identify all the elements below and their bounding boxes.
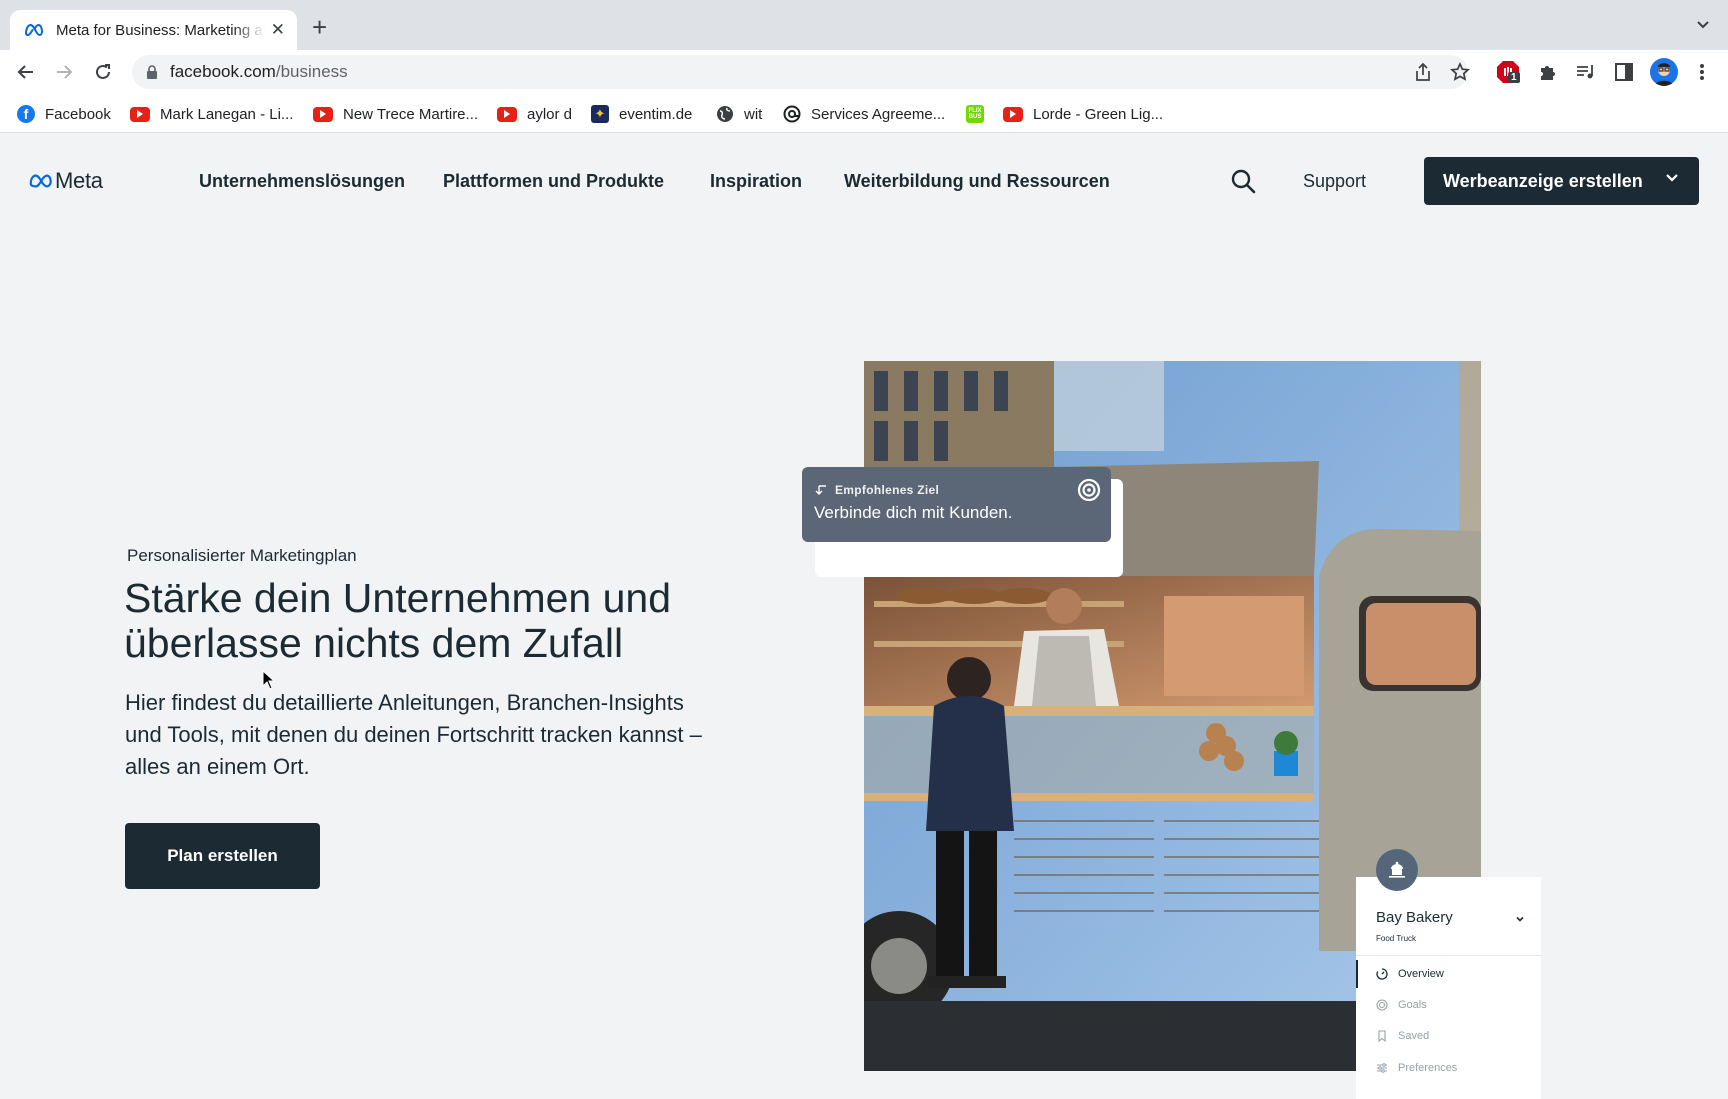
adblock-badge: 1 <box>1508 72 1520 83</box>
browser-menu-button[interactable] <box>1690 60 1714 84</box>
target-icon <box>1376 999 1388 1011</box>
meta-infinity-icon <box>29 174 52 188</box>
bookmark-item[interactable]: wit <box>716 103 762 125</box>
tab-title: Meta for Business: Marketing and Adverti… <box>56 21 265 39</box>
nav-inspiration[interactable]: Inspiration <box>710 171 802 192</box>
sliders-icon <box>1376 1062 1388 1074</box>
bookmark-item[interactable]: Services Agreeme... <box>783 103 945 125</box>
eventim-icon: ✦ <box>591 105 609 123</box>
target-icon <box>1077 478 1101 502</box>
at-sign-icon <box>783 105 801 123</box>
reload-icon <box>96 64 110 79</box>
nav-unternehmensloesungen[interactable]: Unternehmenslösungen <box>199 171 405 192</box>
bookmark-item[interactable]: Mark Lanegan - Li... <box>130 103 293 125</box>
adblock-extension-button[interactable]: 1 <box>1496 60 1520 84</box>
hero-headline: Stärke dein Unternehmen und überlasse ni… <box>124 575 672 666</box>
playlist-icon <box>1577 65 1593 79</box>
address-bar[interactable]: facebook.com/business <box>132 55 1470 89</box>
share-button[interactable] <box>1411 60 1435 84</box>
mouse-cursor-icon <box>262 670 276 690</box>
suggestion-arrow-icon <box>815 485 826 495</box>
bookmark-icon <box>1376 1030 1388 1042</box>
side-panel-button[interactable] <box>1612 60 1636 84</box>
create-ad-button[interactable]: Werbeanzeige erstellen <box>1424 157 1699 205</box>
new-tab-button[interactable]: + <box>312 14 327 40</box>
panel-menu-saved[interactable]: Saved <box>1356 1022 1541 1050</box>
flixbus-icon: FLIX BUS <box>966 105 984 123</box>
create-plan-button[interactable]: Plan erstellen <box>125 823 320 889</box>
bookmark-item[interactable]: f Facebook <box>17 103 111 125</box>
logo-text: Meta <box>55 168 103 193</box>
goal-label: Empfohlenes Ziel <box>835 483 940 497</box>
page-content: Meta Unternehmenslösungen Plattformen un… <box>0 134 1728 1099</box>
side-panel-icon <box>1615 63 1633 81</box>
url-text: facebook.com/business <box>170 62 348 81</box>
youtube-icon <box>497 106 517 122</box>
bookmark-item[interactable]: FLIX BUS <box>966 103 994 125</box>
lock-icon <box>147 65 157 79</box>
arrow-right-icon <box>57 65 73 79</box>
profile-avatar[interactable] <box>1650 58 1678 86</box>
goal-value: Verbinde dich mit Kunden. <box>814 503 1013 522</box>
business-type: Food Truck <box>1376 934 1417 943</box>
chevron-down-icon[interactable] <box>1515 914 1525 924</box>
bookmark-item[interactable]: New Trece Martire... <box>313 103 478 125</box>
meta-logo-icon <box>25 23 44 37</box>
recommended-goal-card: Empfohlenes Ziel Verbinde dich mit Kunde… <box>802 467 1111 542</box>
panel-menu-goals[interactable]: Goals <box>1356 991 1541 1019</box>
support-link[interactable]: Support <box>1303 171 1366 192</box>
user-avatar-icon <box>1654 63 1674 86</box>
forward-button[interactable] <box>52 60 76 84</box>
more-vertical-icon <box>1700 64 1704 80</box>
panel-divider <box>1356 955 1541 956</box>
arrow-left-icon <box>17 65 33 79</box>
back-button[interactable] <box>14 60 38 84</box>
hero-body: Hier findest du detaillierte Anleitungen… <box>125 690 702 779</box>
facebook-icon: f <box>17 105 35 123</box>
media-controls-button[interactable] <box>1574 60 1598 84</box>
overview-icon <box>1376 968 1388 980</box>
business-panel: Bay Bakery Food Truck Overview Goals Sav… <box>1356 849 1541 1099</box>
browser-toolbar: facebook.com/business 1 <box>0 50 1728 95</box>
bookmark-item[interactable]: aylor d <box>497 103 572 125</box>
nav-weiterbildung[interactable]: Weiterbildung und Ressourcen <box>844 171 1110 192</box>
extensions-button[interactable] <box>1536 60 1560 84</box>
youtube-icon <box>1003 106 1023 122</box>
close-tab-icon[interactable]: ✕ <box>271 20 285 40</box>
youtube-icon <box>130 106 150 122</box>
browser-tab-strip: Meta for Business: Marketing and Adverti… <box>0 0 1728 50</box>
business-avatar <box>1376 849 1418 891</box>
bookmark-item[interactable]: Lorde - Green Lig... <box>1003 103 1163 125</box>
share-icon <box>1416 62 1430 81</box>
cupcake-icon <box>1389 861 1405 878</box>
hero-eyebrow: Personalisierter Marketingplan <box>127 546 357 565</box>
business-name: Bay Bakery <box>1376 909 1453 926</box>
bookmark-item[interactable]: ✦ eventim.de <box>591 103 692 125</box>
bookmark-star-button[interactable] <box>1448 60 1472 84</box>
create-ad-label: Werbeanzeige erstellen <box>1443 170 1643 191</box>
chevron-down-icon[interactable] <box>1665 171 1679 185</box>
star-icon <box>1450 62 1470 81</box>
panel-menu-preferences[interactable]: Preferences <box>1356 1054 1541 1082</box>
meta-logo[interactable]: Meta <box>29 168 103 194</box>
bookmarks-bar: f Facebook Mark Lanegan - Li... New Trec… <box>0 95 1728 133</box>
reload-button[interactable] <box>91 60 115 84</box>
panel-menu-overview[interactable]: Overview <box>1356 960 1541 988</box>
puzzle-icon <box>1541 66 1555 80</box>
youtube-icon <box>313 106 333 122</box>
search-icon[interactable] <box>1230 168 1256 194</box>
globe-icon <box>716 105 734 123</box>
tab-search-chevron-icon[interactable] <box>1696 18 1710 32</box>
nav-plattformen-produkte[interactable]: Plattformen und Produkte <box>443 171 664 192</box>
browser-tab[interactable]: Meta for Business: Marketing and Adverti… <box>10 10 297 50</box>
